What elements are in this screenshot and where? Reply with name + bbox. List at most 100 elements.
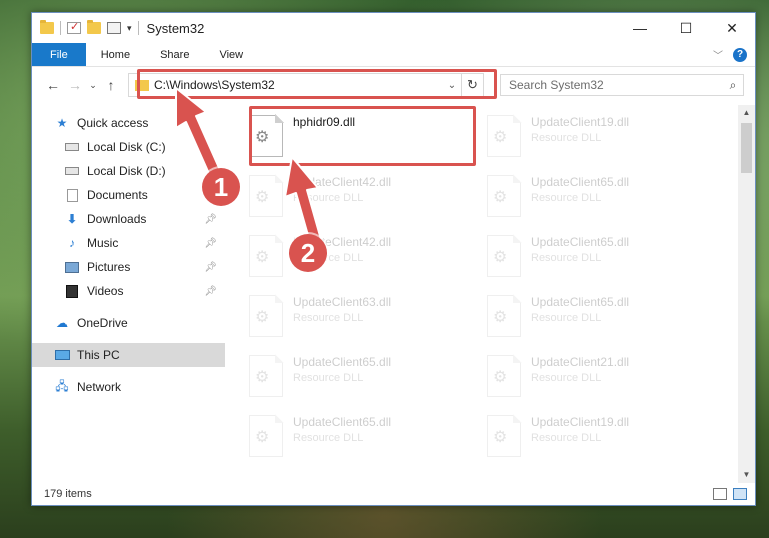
file-item[interactable]: ⚙ UpdateClient42.dll Resource DLL: [245, 229, 470, 285]
file-item[interactable]: ⚙ UpdateClient19.dll Resource DLL: [483, 109, 708, 165]
pin-icon[interactable]: 📌︎: [204, 286, 217, 297]
nav-label: Music: [87, 236, 119, 250]
nav-downloads[interactable]: ⬇ Downloads 📌︎: [32, 207, 225, 231]
nav-label: Pictures: [87, 260, 131, 274]
file-type: Resource DLL: [531, 132, 602, 144]
pictures-icon: [64, 260, 80, 274]
nav-label: Local Disk (D:): [87, 164, 166, 178]
address-path[interactable]: C:\Windows\System32: [154, 78, 275, 92]
file-type: Resource DLL: [531, 372, 602, 384]
computer-icon: [54, 348, 70, 362]
nav-label: Videos: [87, 284, 124, 298]
file-name: UpdateClient21.dll: [531, 355, 630, 369]
file-name: UpdateClient42.dll: [293, 175, 392, 189]
file-name: UpdateClient65.dll: [531, 175, 630, 189]
nav-label: Downloads: [87, 212, 147, 226]
dll-file-icon: ⚙: [487, 114, 522, 157]
expand-ribbon-icon[interactable]: ﹀: [713, 47, 723, 62]
file-type: Resource DLL: [293, 432, 364, 444]
details-view-icon[interactable]: [713, 488, 727, 500]
maximize-button[interactable]: ☐: [663, 13, 709, 43]
nav-label: Local Disk (C:): [87, 140, 166, 154]
file-item[interactable]: ⚙ UpdateClient65.dll Resource DLL: [483, 169, 708, 225]
file-name: UpdateClient65.dll: [531, 235, 630, 249]
nav-videos[interactable]: Videos 📌︎: [32, 279, 225, 303]
properties-check-icon[interactable]: [67, 20, 81, 34]
help-icon[interactable]: ?: [733, 47, 747, 62]
close-button[interactable]: ✕: [709, 13, 755, 43]
file-name: UpdateClient63.dll: [293, 295, 392, 309]
nav-label: OneDrive: [77, 316, 128, 330]
pin-icon[interactable]: 📌︎: [204, 214, 217, 225]
file-name: UpdateClient19.dll: [531, 415, 630, 429]
toolbar-divider: [137, 21, 139, 35]
documents-icon: [64, 188, 80, 202]
search-icon[interactable]: ⌕: [723, 78, 743, 93]
nav-label: Documents: [87, 188, 148, 202]
tab-share[interactable]: Share: [145, 43, 204, 66]
step-2-badge: 2: [289, 234, 327, 272]
address-row: ← → ⌄ ↑ C:\Windows\System32 ⌄ ↻ ⌕: [32, 67, 755, 103]
nav-music[interactable]: ♪ Music 📌︎: [32, 231, 225, 255]
address-bar[interactable]: C:\Windows\System32 ⌄ ↻: [128, 73, 484, 97]
file-item[interactable]: ⚙ UpdateClient65.dll Resource DLL: [245, 409, 470, 465]
recent-locations-icon[interactable]: ⌄: [86, 80, 100, 91]
scroll-thumb[interactable]: [741, 123, 752, 173]
file-name: hphidr09.dll: [293, 115, 356, 129]
file-item[interactable]: ⚙ UpdateClient63.dll Resource DLL: [245, 289, 470, 345]
drive-icon: [64, 164, 80, 178]
file-item-selected[interactable]: ⚙ hphidr09.dll: [245, 109, 470, 165]
music-icon: ♪: [69, 236, 75, 250]
new-folder-icon[interactable]: [87, 20, 101, 34]
dll-file-icon: ⚙: [249, 234, 284, 277]
minimize-button[interactable]: —: [617, 13, 663, 43]
up-arrow-icon[interactable]: ↑: [100, 77, 122, 93]
file-item[interactable]: ⚙ UpdateClient42.dll Resource DLL: [245, 169, 470, 225]
nav-local-disk-d[interactable]: Local Disk (D:): [32, 159, 225, 183]
pin-icon[interactable]: 📌︎: [204, 262, 217, 273]
folder-icon: [40, 20, 54, 34]
nav-onedrive[interactable]: ☁ OneDrive: [32, 311, 225, 335]
nav-label: Network: [77, 380, 122, 394]
refresh-icon[interactable]: ↻: [461, 74, 483, 96]
tab-view[interactable]: View: [204, 43, 258, 66]
step-1-badge: 1: [202, 168, 240, 206]
nav-local-disk-c[interactable]: Local Disk (C:): [32, 135, 225, 159]
title-bar: ▾ System32 — ☐ ✕: [32, 13, 755, 43]
videos-icon: [64, 284, 80, 298]
forward-arrow-icon[interactable]: →: [64, 77, 86, 93]
file-item[interactable]: ⚙ UpdateClient65.dll Resource DLL: [483, 229, 708, 285]
file-item[interactable]: ⚙ UpdateClient19.dll Resource DLL: [483, 409, 708, 465]
network-icon: 🖧︎: [55, 378, 69, 393]
main-area: ★ Quick access Local Disk (C:) Local Dis…: [32, 105, 755, 483]
search-box[interactable]: ⌕: [500, 74, 744, 96]
chevron-down-icon[interactable]: ▾: [127, 23, 132, 34]
scroll-up-icon[interactable]: ▲: [738, 105, 755, 121]
search-input[interactable]: [509, 78, 723, 92]
tab-file[interactable]: File: [32, 43, 86, 66]
dll-file-icon: ⚙: [249, 354, 284, 397]
nav-quick-access[interactable]: ★ Quick access: [32, 111, 225, 135]
back-arrow-icon[interactable]: ←: [42, 77, 64, 93]
nav-this-pc[interactable]: This PC: [32, 343, 225, 367]
nav-network[interactable]: 🖧︎ Network: [32, 375, 225, 399]
file-item[interactable]: ⚙ UpdateClient65.dll Resource DLL: [245, 349, 470, 405]
vertical-scrollbar[interactable]: ▲ ▼: [738, 105, 755, 483]
chevron-down-icon[interactable]: ⌄: [443, 80, 461, 91]
nav-pictures[interactable]: Pictures 📌︎: [32, 255, 225, 279]
folder-icon: [135, 79, 149, 91]
nav-documents[interactable]: Documents: [32, 183, 225, 207]
dll-file-icon: ⚙: [487, 234, 522, 277]
file-type: Resource DLL: [293, 312, 364, 324]
pin-icon[interactable]: 📌︎: [204, 238, 217, 249]
file-type: Resource DLL: [293, 372, 364, 384]
scroll-down-icon[interactable]: ▼: [738, 467, 755, 483]
customize-icon[interactable]: [107, 22, 121, 34]
quick-access-toolbar: ▾: [32, 20, 139, 35]
file-item[interactable]: ⚙ UpdateClient21.dll Resource DLL: [483, 349, 708, 405]
file-explorer-window: ▾ System32 — ☐ ✕ File Home Share View ﹀ …: [31, 12, 756, 506]
large-icons-view-icon[interactable]: [733, 488, 747, 500]
file-item[interactable]: ⚙ UpdateClient65.dll Resource DLL: [483, 289, 708, 345]
tab-home[interactable]: Home: [86, 43, 145, 66]
file-type: Resource DLL: [531, 192, 602, 204]
